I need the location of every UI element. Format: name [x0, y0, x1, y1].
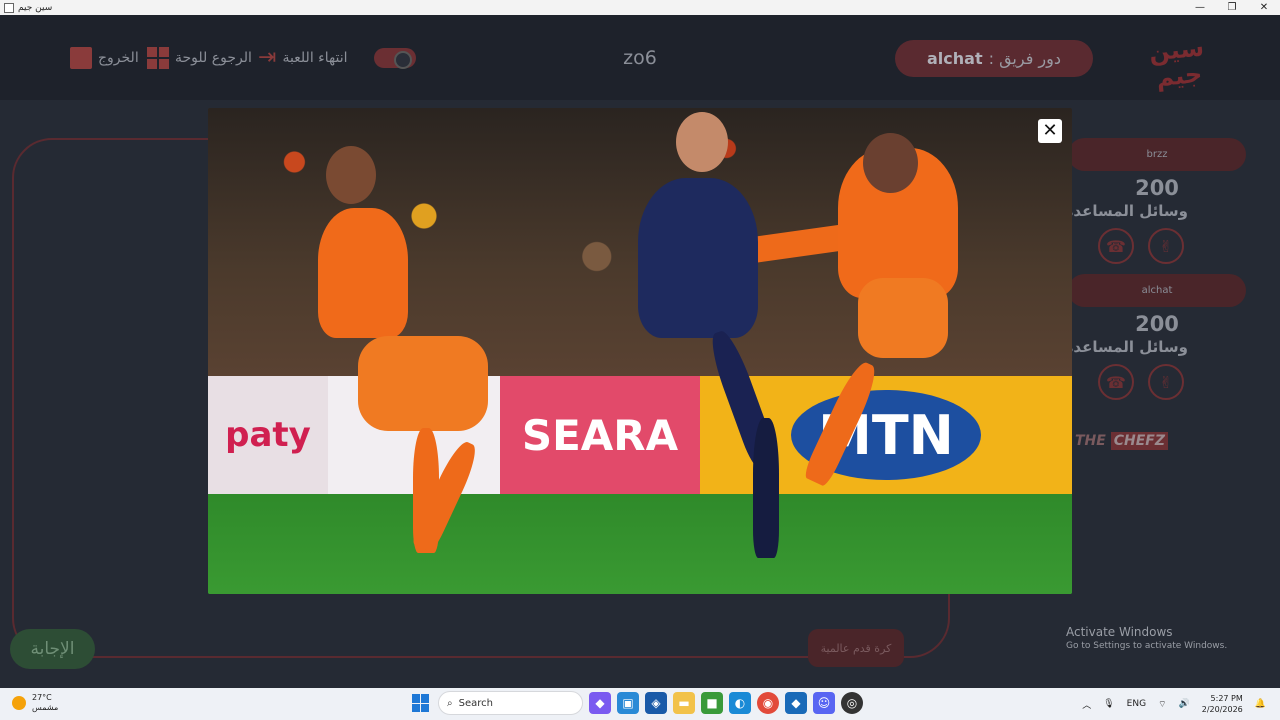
- board-grid-icon: [147, 47, 169, 69]
- turn-prefix: دور فريق :: [988, 49, 1062, 68]
- team-card-1: brzz 200 وسائل المساعدة ☎ ✌: [1068, 138, 1246, 264]
- player-orange-left-shorts: [358, 336, 488, 431]
- team-aids-label: وسائل المساعدة: [1068, 338, 1188, 356]
- discord-icon[interactable]: ☺: [813, 692, 835, 714]
- weather-widget[interactable]: 27°C مشمس: [12, 693, 58, 713]
- sponsor-name: CHEFZ: [1110, 432, 1168, 450]
- player-orange-right-head: [863, 133, 918, 193]
- timer-toggle[interactable]: [374, 48, 416, 69]
- back-to-board-label: الرجوع للوحة: [175, 50, 252, 66]
- sponsor-logo: THE CHEFZ: [1075, 432, 1168, 450]
- notification-icon[interactable]: 🔔: [1255, 699, 1266, 709]
- player-blue-center-head: [676, 112, 728, 172]
- exit-button[interactable]: الخروج: [70, 47, 139, 69]
- clock-time: 5:27 PM: [1210, 694, 1243, 703]
- app-header: الخروج الرجوع للوحة ⇥ انتهاء اللعبة zo6 …: [0, 15, 1280, 100]
- weather-desc: مشمس: [32, 703, 59, 712]
- windows-icon: [412, 694, 430, 712]
- app-icon: [4, 2, 14, 13]
- search-placeholder: Search: [458, 697, 493, 709]
- wifi-icon[interactable]: ⌔: [1158, 699, 1166, 710]
- activate-windows-watermark: Activate Windows Go to Settings to activ…: [1066, 625, 1227, 651]
- close-window-button[interactable]: ✕: [1248, 0, 1280, 15]
- edge-icon[interactable]: ◐: [729, 692, 751, 714]
- sun-icon: [12, 696, 26, 710]
- clock[interactable]: 5:27 PM 2/20/2026: [1202, 693, 1243, 715]
- maximize-button[interactable]: ❐: [1216, 0, 1248, 15]
- aid-phone-icon[interactable]: ☎: [1098, 228, 1134, 264]
- language-indicator[interactable]: ENG: [1127, 699, 1146, 709]
- turn-team-name: alchat: [926, 49, 983, 68]
- activate-line1: Activate Windows: [1066, 625, 1173, 639]
- folder-icon[interactable]: ▬: [673, 692, 695, 714]
- team-card-2: alchat 200 وسائل المساعدة ☎ ✌: [1068, 274, 1246, 400]
- answer-button[interactable]: الإجابة: [10, 629, 95, 669]
- ad-board-1: paty: [208, 376, 328, 494]
- team-name: brzz: [1068, 138, 1246, 171]
- minecraft-icon[interactable]: ■: [701, 692, 723, 714]
- sponsor-prefix: THE: [1075, 433, 1106, 449]
- app-icon[interactable]: ◆: [785, 692, 807, 714]
- window-title: سين جيم: [18, 2, 53, 13]
- exit-label: الخروج: [98, 50, 139, 66]
- clock-date: 2/20/2026: [1201, 705, 1243, 714]
- team-name: alchat: [1068, 274, 1246, 307]
- end-game-label: انتهاء اللعبة: [282, 50, 348, 66]
- team-aids-label: وسائل المساعدة: [1068, 202, 1188, 220]
- close-icon: ✕: [1042, 120, 1058, 141]
- store-icon[interactable]: ▣: [617, 692, 639, 714]
- chrome-icon[interactable]: ◉: [757, 692, 779, 714]
- window-titlebar: سين جيم — ❐ ✕: [0, 0, 1280, 15]
- team-score: 200: [1135, 312, 1179, 336]
- aid-two-answers-icon[interactable]: ✌: [1148, 364, 1184, 400]
- question-image-modal: paty SEARA MTN: [208, 108, 1072, 594]
- ad-board-3: SEARA: [500, 376, 700, 494]
- arrow-end-icon: ⇥: [258, 45, 277, 70]
- copilot-icon[interactable]: ◆: [589, 692, 611, 714]
- search-icon: ⌕: [447, 697, 453, 709]
- room-code: zo6: [623, 47, 657, 69]
- volume-icon[interactable]: 🔊: [1179, 699, 1190, 709]
- aid-two-answers-icon[interactable]: ✌: [1148, 228, 1184, 264]
- team-score: 200: [1135, 176, 1179, 200]
- player-orange-left: [318, 208, 408, 338]
- category-badge: كرة قدم عالمية: [808, 629, 904, 667]
- weather-temp: 27°C: [32, 693, 52, 702]
- windows-taskbar: 27°C مشمس ⌕ Search ◆ ▣ ◈ ▬ ■ ◐ ◉ ◆ ☺ ◎ ︿…: [0, 688, 1280, 720]
- player-blue-center-leg: [753, 418, 779, 558]
- team-turn-badge: دور فريق : alchat: [895, 40, 1093, 77]
- app-logo: سين جيم: [1147, 33, 1206, 93]
- back-to-board-button[interactable]: الرجوع للوحة: [147, 47, 252, 69]
- player-blue-center: [638, 178, 758, 338]
- end-game-button[interactable]: ⇥ انتهاء اللعبة: [258, 47, 347, 69]
- game-app-icon[interactable]: ◎: [841, 692, 863, 714]
- taskbar-search[interactable]: ⌕ Search: [438, 691, 583, 715]
- microphone-icon[interactable]: 🎙: [1103, 699, 1114, 709]
- minimize-button[interactable]: —: [1184, 0, 1216, 15]
- chevron-up-icon[interactable]: ︿: [1082, 698, 1091, 711]
- shield-icon[interactable]: ◈: [645, 692, 667, 714]
- activate-line2: Go to Settings to activate Windows.: [1066, 641, 1228, 651]
- player-orange-left-head: [326, 146, 376, 204]
- close-modal-button[interactable]: ✕: [1038, 119, 1062, 143]
- system-tray: ︿ 🎙 ENG ⌔ 🔊 5:27 PM 2/20/2026 🔔: [1082, 688, 1266, 720]
- start-button[interactable]: [410, 692, 432, 714]
- aid-phone-icon[interactable]: ☎: [1098, 364, 1134, 400]
- player-orange-right-shorts: [858, 278, 948, 358]
- football-pitch: [208, 494, 1072, 594]
- advertising-boards: paty SEARA MTN: [208, 376, 1072, 494]
- exit-icon: [70, 47, 92, 69]
